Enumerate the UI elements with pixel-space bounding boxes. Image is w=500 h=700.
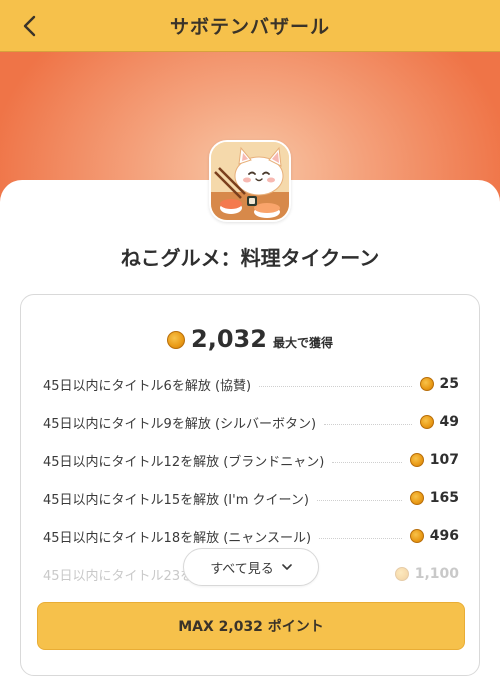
page-title: サボテンバザール bbox=[169, 16, 330, 38]
reward-label: 45日以内にタイトル18を解放 (ニャンスール) bbox=[43, 530, 312, 546]
dotted-leader bbox=[332, 461, 402, 463]
rewards-card: 2,032 最大で獲得 45日以内にタイトル6を解放 (協賛) 25 45日以内… bbox=[20, 294, 480, 676]
total-points: 2,032 最大で獲得 bbox=[21, 325, 479, 353]
reward-row: 45日以内にタイトル12を解放 (ブランドニャン) 107 bbox=[43, 441, 459, 479]
dotted-leader bbox=[319, 537, 402, 539]
reward-label: 45日以内にタイトル12を解放 (ブランドニャン) bbox=[43, 454, 325, 470]
app-icon bbox=[209, 140, 291, 222]
dotted-leader bbox=[324, 423, 412, 425]
reward-label: 45日以内にタイトル15を解放 (I'm クイーン) bbox=[43, 492, 309, 508]
cat-sushi-app-icon bbox=[211, 142, 289, 220]
reward-label: 45日以内にタイトル6を解放 (協賛) bbox=[43, 378, 252, 394]
reward-label: 45日以内にタイトル9を解放 (シルバーボタン) bbox=[43, 416, 317, 432]
reward-points: 165 bbox=[429, 490, 459, 506]
reward-row: 45日以内にタイトル15を解放 (I'm クイーン) 165 bbox=[43, 479, 459, 517]
chevron-down-icon bbox=[281, 563, 292, 571]
coin-icon bbox=[167, 331, 186, 349]
dotted-leader bbox=[259, 385, 412, 387]
coin-icon bbox=[394, 567, 409, 581]
reward-label: 45日以内にタイトル23を解 bbox=[43, 568, 207, 584]
coin-icon bbox=[409, 529, 424, 543]
coin-icon bbox=[409, 453, 424, 467]
reward-points: 49 bbox=[439, 414, 459, 430]
reward-row: 45日以内にタイトル9を解放 (シルバーボタン) 49 bbox=[43, 403, 459, 441]
reward-points: 1,100 bbox=[414, 566, 459, 582]
reward-row: 45日以内にタイトル6を解放 (協賛) 25 bbox=[43, 365, 459, 403]
reward-points: 496 bbox=[429, 528, 459, 544]
coin-icon bbox=[409, 491, 424, 505]
reward-points: 107 bbox=[429, 452, 459, 468]
dotted-leader bbox=[316, 499, 402, 501]
reward-points: 25 bbox=[439, 376, 459, 392]
total-points-suffix: 最大で獲得 bbox=[272, 336, 333, 350]
app-title: ねこグルメ：料理タイクーン bbox=[120, 246, 380, 270]
see-all-label: すべて見る bbox=[210, 561, 274, 577]
see-all-button[interactable]: すべて見る bbox=[183, 548, 319, 586]
max-points-button[interactable]: MAX 2,032 ポイント bbox=[37, 602, 465, 650]
total-points-value: 2,032 bbox=[191, 325, 267, 353]
header-bar: サボテンバザール bbox=[0, 0, 500, 52]
coin-icon bbox=[419, 377, 434, 391]
coin-icon bbox=[419, 415, 434, 429]
back-button[interactable] bbox=[12, 8, 48, 44]
chevron-left-icon bbox=[23, 15, 36, 37]
